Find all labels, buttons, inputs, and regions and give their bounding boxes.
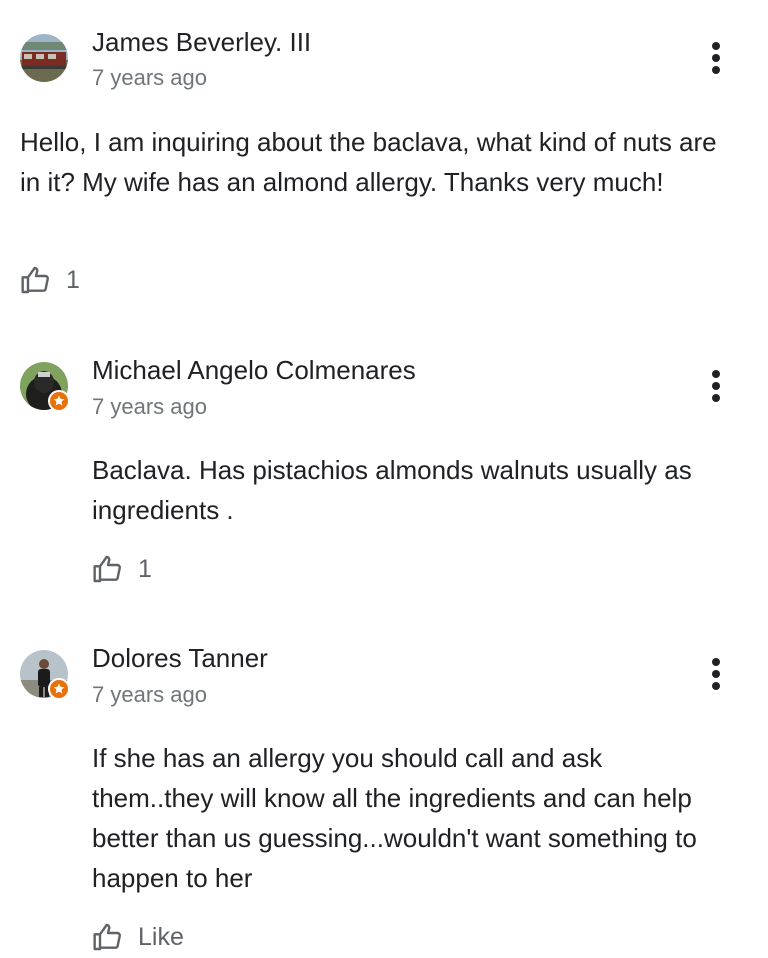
local-guide-badge-icon — [48, 678, 70, 700]
author-name[interactable]: James Beverley. III — [92, 26, 311, 58]
comments-thread: James Beverley. III 7 years ago Hello, I… — [0, 0, 768, 958]
avatar[interactable] — [20, 650, 70, 700]
local-guide-badge-icon — [48, 390, 70, 412]
like-button[interactable]: 1 — [20, 262, 80, 298]
author-name[interactable]: Michael Angelo Colmenares — [92, 354, 416, 386]
like-button[interactable]: Like — [92, 919, 184, 955]
more-options-button[interactable] — [696, 362, 736, 410]
like-label: Like — [138, 923, 184, 951]
more-vert-icon — [712, 370, 720, 402]
comment-text: Baclava. Has pistachios almonds walnuts … — [92, 455, 692, 525]
author-name[interactable]: Dolores Tanner — [92, 642, 268, 674]
thumb-up-outline-icon — [93, 923, 121, 951]
comment-timestamp: 7 years ago — [92, 682, 207, 707]
avatar[interactable] — [20, 34, 68, 82]
comment-text: Hello, I am inquiring about the baclava,… — [20, 127, 717, 197]
more-vert-icon — [712, 42, 720, 74]
more-options-button[interactable] — [696, 34, 736, 82]
comment-timestamp: 7 years ago — [92, 65, 207, 90]
more-vert-icon — [712, 658, 720, 690]
like-count: 1 — [138, 555, 152, 583]
avatar[interactable] — [20, 362, 70, 412]
more-options-button[interactable] — [696, 650, 736, 698]
thumb-up-outline-icon — [93, 555, 121, 583]
comment-timestamp: 7 years ago — [92, 394, 207, 419]
like-button[interactable]: 1 — [92, 551, 152, 587]
avatar-photo-train — [20, 34, 68, 82]
comment-text: If she has an allergy you should call an… — [92, 743, 697, 893]
thumb-up-outline-icon — [21, 266, 49, 294]
like-count: 1 — [66, 266, 80, 294]
